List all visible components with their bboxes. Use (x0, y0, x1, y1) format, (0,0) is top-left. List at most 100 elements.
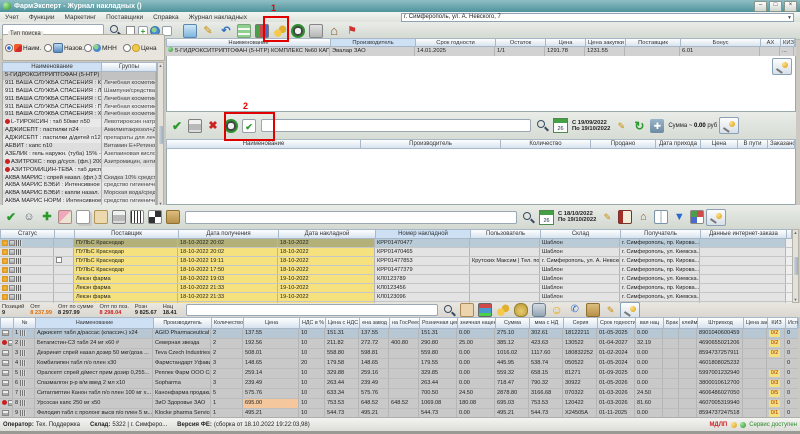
filter-icon[interactable]: ▼ (672, 210, 686, 224)
column-header[interactable]: Розничная цена (420, 318, 458, 328)
list-item[interactable]: 911 ВАША СЛУЖБА СПАСЕНИЯ : Хондро... Леч… (3, 111, 156, 119)
column-header[interactable]: Цена (546, 39, 586, 46)
column-header[interactable] (1, 318, 14, 328)
list-item[interactable]: 911 ВАША СЛУЖБА СПАСЕНИЯ : Окопн... Лече… (3, 96, 156, 104)
column-header[interactable]: мма с НД (530, 318, 564, 328)
color-table-icon[interactable] (478, 303, 492, 317)
barcode-icon[interactable] (130, 210, 144, 224)
column-header[interactable]: КИЗ (781, 39, 795, 46)
column-header[interactable]: Наименование (3, 63, 102, 71)
column-header[interactable]: Цена заказа (744, 318, 768, 328)
stock-table-row[interactable]: 5-ГИДРОКСИТРИПТОФАН (5-HTP) КОМПЛЕКС №60… (166, 47, 796, 56)
column-header[interactable]: Количество (212, 318, 244, 328)
column-header[interactable]: на ГосРеест (390, 318, 420, 328)
exit-door-icon[interactable] (309, 24, 323, 38)
invoice-row[interactable]: Лекэн фарма 18-10-2022 19:03 19-10-2022 … (0, 275, 792, 284)
smiley-icon[interactable]: ☺ (550, 303, 564, 317)
edit-pencil-icon[interactable]: ✎ (604, 303, 618, 317)
column-header[interactable]: ена завод (360, 318, 390, 328)
detail-search-input[interactable] (261, 119, 531, 132)
calendar-icon[interactable]: 26 (539, 210, 554, 225)
user-icon[interactable]: ☺ (22, 210, 36, 224)
date-range[interactable]: С 19/09/2022По 19/10/2022 (572, 120, 610, 132)
column-header[interactable]: Наименование (167, 39, 331, 46)
refresh-icon[interactable]: ↻ (632, 119, 646, 133)
phone-icon[interactable]: ✆ (568, 303, 582, 317)
list-item[interactable]: АЗЕЛИК : гель наружн. (туба) 15% - 30г А… (3, 151, 156, 159)
column-header[interactable]: Срок годности (416, 39, 496, 46)
item-row[interactable]: 6 Спазмалгон р-р в/м введ 2 мл х10 Sopha… (0, 379, 798, 389)
confirm-icon[interactable]: ✔ (170, 119, 184, 133)
items-search-input[interactable] (186, 304, 438, 316)
list-item[interactable]: 5-ГИДРОКСИТРИПТОФАН (5-HTP) : комп... (3, 72, 156, 80)
flag-icon[interactable]: ⚑ (345, 24, 359, 38)
coins-icon[interactable] (496, 303, 510, 317)
column-header[interactable]: Заказано (768, 140, 795, 148)
row-checkbox[interactable] (56, 257, 62, 263)
list-item[interactable]: АКВА МАРИС БЭБИ : капли назал. (фл.) ...… (3, 190, 156, 198)
close-button[interactable]: × (784, 1, 797, 12)
column-header[interactable]: Исто (786, 318, 799, 328)
search-type-radio[interactable]: МНН (84, 43, 123, 53)
crate-icon[interactable] (94, 210, 108, 224)
menu-item[interactable]: Справка (148, 14, 184, 21)
minimize-button[interactable]: – (754, 1, 767, 12)
moneybag-icon[interactable] (514, 303, 528, 317)
menu-item[interactable]: Поставщики (101, 14, 148, 21)
column-header[interactable]: Данные интернет-заказа (701, 230, 787, 238)
defecture-clock-icon[interactable] (291, 24, 305, 38)
columns-icon[interactable] (654, 210, 668, 224)
pin-button[interactable] (772, 58, 792, 75)
search-icon[interactable] (522, 211, 535, 224)
menu-item[interactable]: Маркетинг (60, 14, 102, 21)
invoice-row[interactable]: Лекэн фарма 18-10-2022 21:33 19-10-2022 … (0, 284, 792, 293)
list-item[interactable]: АДЖИСЕПТ : пастилки д/детей n12 препарат… (3, 135, 156, 143)
home-icon[interactable]: ⌂ (636, 210, 650, 224)
column-header[interactable]: клеймо (680, 318, 698, 328)
print-icon[interactable] (112, 210, 126, 224)
invoice-row[interactable]: ПУЛЬС Краснодар 18-10-2022 20:02 18-10-2… (0, 239, 792, 248)
column-header[interactable]: Наименование (36, 318, 154, 328)
scrollbar[interactable]: ▲▼ (792, 229, 799, 303)
invoice-row[interactable]: ПУЛЬС Краснодар 18-10-2022 20:02 18-10-2… (0, 248, 792, 257)
column-header[interactable]: Производитель (331, 39, 416, 46)
maximize-button[interactable]: □ (769, 1, 782, 12)
add-icon[interactable]: ✚ (40, 210, 54, 224)
column-header[interactable]: Производитель (361, 140, 501, 148)
search-type-radio[interactable]: Наим. (5, 43, 44, 53)
item-row[interactable]: 1 Аджисепт табл д/рассас (классич.) х24 … (0, 329, 798, 339)
column-header[interactable]: НДС в % (300, 318, 326, 328)
item-row[interactable]: 7 Ситаглиптин Канон табл п/о плен 100 мг… (0, 389, 798, 399)
item-row[interactable]: 4 Комбилипен табл п/о плен х30 Фармстанд… (0, 359, 798, 369)
pin-button[interactable] (719, 117, 739, 134)
column-header[interactable]: Цена (244, 318, 300, 328)
column-header[interactable]: Срок годности (598, 318, 636, 328)
column-header[interactable]: Поставщик (626, 39, 681, 46)
list-item[interactable]: АДЖИСЕПТ : пастилки n24 Амилметакрезол+Д… (3, 127, 156, 135)
calendar-icon[interactable]: 26 (553, 118, 568, 133)
column-header[interactable]: Цена закупки (586, 39, 626, 46)
column-header[interactable]: Остаток (496, 39, 546, 46)
edit-pencil-icon[interactable]: ✎ (201, 24, 215, 38)
undo-icon[interactable]: ↶ (219, 24, 233, 38)
expand-icon[interactable]: ✚ (650, 119, 664, 133)
pin-button[interactable] (706, 209, 726, 226)
column-header[interactable]: Статус (1, 230, 55, 238)
list-item[interactable]: 911 ВАША СЛУЖБА СПАСЕНИЯ : Пихтов... Леч… (3, 104, 156, 112)
list-item[interactable]: АКВА МАРИС : спрей назал. (фл.) 30мл n1 … (3, 175, 156, 183)
delete-icon[interactable]: ✖ (206, 119, 220, 133)
search-type-radio[interactable]: Цена (123, 43, 162, 53)
print-icon[interactable] (188, 119, 202, 133)
list-item[interactable]: АЗИТРОКС : пор д/сусп. (фл.) 200мг/5... … (3, 159, 156, 167)
column-header[interactable]: Наименование (167, 140, 361, 148)
book-icon[interactable] (618, 210, 632, 224)
column-header[interactable]: В пути (738, 140, 768, 148)
database-icon[interactable] (532, 303, 546, 317)
qr-icon[interactable] (148, 210, 162, 224)
package-icon[interactable] (166, 210, 180, 224)
column-header[interactable]: Цена с НДС (326, 318, 360, 328)
pin-button[interactable] (620, 302, 640, 319)
column-header[interactable]: Серия (564, 318, 598, 328)
search-icon[interactable] (443, 304, 456, 317)
column-header[interactable]: Сумма (496, 318, 530, 328)
